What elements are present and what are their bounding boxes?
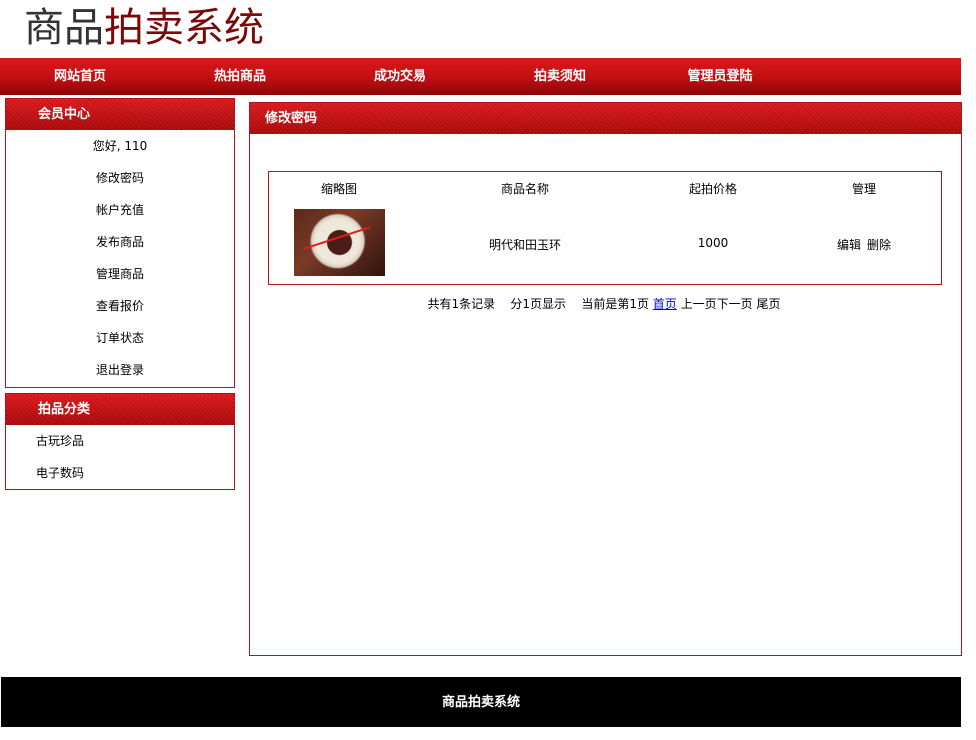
pager-prev[interactable]: 上一页	[681, 297, 717, 311]
column-header-name: 商品名称	[500, 182, 549, 196]
main-panel-title: 修改密码	[250, 103, 961, 134]
member-center-title: 会员中心	[6, 99, 234, 130]
item-delete-link[interactable]: 删除	[865, 236, 893, 253]
category-panel: 拍品分类 古玩珍品 电子数码	[5, 393, 235, 490]
item-edit-link[interactable]: 编辑	[835, 236, 863, 253]
member-link-change-password[interactable]: 修改密码	[6, 162, 234, 194]
nav-home[interactable]: 网站首页	[15, 58, 145, 95]
site-logo: 商品拍卖系统	[24, 2, 264, 54]
logo-text-part2: 拍卖系统	[104, 5, 264, 51]
item-thumbnail-image	[294, 209, 385, 276]
greeting-text: 您好, 110	[92, 139, 148, 153]
category-item-antiques[interactable]: 古玩珍品	[6, 425, 234, 457]
pager-first-link[interactable]: 首页	[653, 297, 677, 311]
footer: 商品拍卖系统	[1, 677, 961, 727]
member-link-manage-items[interactable]: 管理商品	[6, 258, 234, 290]
member-link-logout[interactable]: 退出登录	[6, 354, 234, 386]
column-header-manage: 管理	[851, 182, 876, 196]
category-item-electronics[interactable]: 电子数码	[6, 457, 234, 489]
items-table: 缩略图 商品名称 起拍价格 管理 明代和田玉环 1000 编辑 删除	[268, 171, 942, 285]
member-center-panel: 会员中心 您好, 110 修改密码 帐户充值 发布商品 管理商品 查看报价 订单…	[5, 98, 235, 388]
category-title: 拍品分类	[6, 394, 234, 425]
nav-admin-login[interactable]: 管理员登陆	[655, 58, 785, 95]
pager-total: 共有1条记录	[427, 297, 496, 311]
logo-text-part1: 商品	[24, 5, 104, 51]
pager-current: 当前是第1页	[581, 297, 649, 311]
member-link-publish-item[interactable]: 发布商品	[6, 226, 234, 258]
nav-hot-items[interactable]: 热拍商品	[175, 58, 305, 95]
main-nav: 网站首页 热拍商品 成功交易 拍卖须知 管理员登陆	[0, 58, 961, 95]
member-link-view-bids[interactable]: 查看报价	[6, 290, 234, 322]
member-link-order-status[interactable]: 订单状态	[6, 322, 234, 354]
nav-auction-rules[interactable]: 拍卖须知	[495, 58, 625, 95]
pagination: 共有1条记录 分1页显示 当前是第1页 首页 上一页下一页 尾页	[268, 295, 940, 312]
pager-next[interactable]: 下一页	[717, 297, 753, 311]
pager-last[interactable]: 尾页	[756, 297, 780, 311]
pager-pages: 分1页显示	[510, 297, 567, 311]
item-name: 明代和田玉环	[488, 238, 561, 252]
nav-success-deals[interactable]: 成功交易	[335, 58, 465, 95]
column-header-price: 起拍价格	[688, 182, 737, 196]
member-link-recharge[interactable]: 帐户充值	[6, 194, 234, 226]
item-price: 1000	[697, 236, 729, 250]
column-header-thumbnail: 缩略图	[320, 182, 357, 196]
